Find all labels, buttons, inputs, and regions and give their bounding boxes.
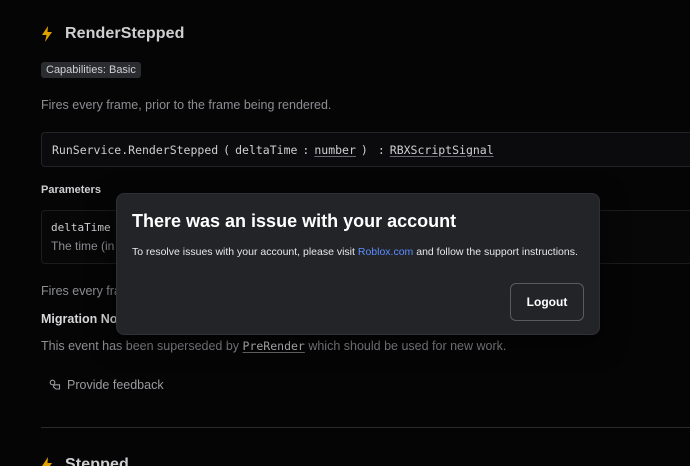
feedback-icon [49, 379, 61, 390]
lightning-bolt-icon [42, 457, 52, 466]
signature-open-paren: ( [223, 142, 231, 157]
documentation-page: RenderStepped Capabilities: Basic Fires … [0, 0, 690, 466]
fires-text: Fires every fra [41, 284, 121, 298]
signature-param-name: deltaTime [235, 142, 298, 157]
next-event-header: Stepped [41, 456, 129, 466]
signature-close-paren: ) [360, 142, 368, 157]
prerender-link[interactable]: PreRender [243, 339, 305, 353]
event-header: RenderStepped [41, 22, 185, 46]
dialog-body-prefix: To resolve issues with your account, ple… [132, 246, 355, 258]
signature-return-colon: : [377, 142, 385, 157]
superseded-note: This event has been superseded by PreRen… [41, 339, 506, 353]
logout-button[interactable]: Logout [510, 283, 584, 321]
signature-code-block: RunService.RenderStepped ( deltaTime : n… [41, 132, 690, 167]
superseded-prefix: This event has been superseded by [41, 339, 240, 353]
dialog-body: To resolve issues with your account, ple… [132, 246, 578, 258]
next-event-title: Stepped [65, 456, 129, 466]
feedback-label: Provide feedback [67, 378, 164, 392]
roblox-link[interactable]: Roblox.com [358, 246, 413, 258]
dialog-body-suffix: and follow the support instructions. [416, 246, 578, 258]
signature-return-type-link[interactable]: RBXScriptSignal [390, 143, 494, 157]
event-description: Fires every frame, prior to the frame be… [41, 98, 332, 112]
superseded-suffix: which should be used for new work. [308, 339, 507, 353]
lightning-bolt-icon [42, 26, 52, 42]
dialog-title: There was an issue with your account [132, 211, 457, 231]
capability-badge: Capabilities: Basic [41, 62, 141, 78]
provide-feedback-link[interactable]: Provide feedback [49, 378, 164, 392]
signature-param-type-link[interactable]: number [314, 143, 356, 157]
migration-heading: Migration No [41, 312, 118, 326]
signature-colon: : [302, 142, 310, 157]
parameters-heading: Parameters [41, 184, 101, 196]
section-divider [41, 427, 690, 428]
signature-prefix: RunService.RenderStepped [52, 142, 219, 157]
event-title: RenderStepped [65, 25, 185, 42]
account-issue-dialog: There was an issue with your account To … [116, 193, 600, 335]
